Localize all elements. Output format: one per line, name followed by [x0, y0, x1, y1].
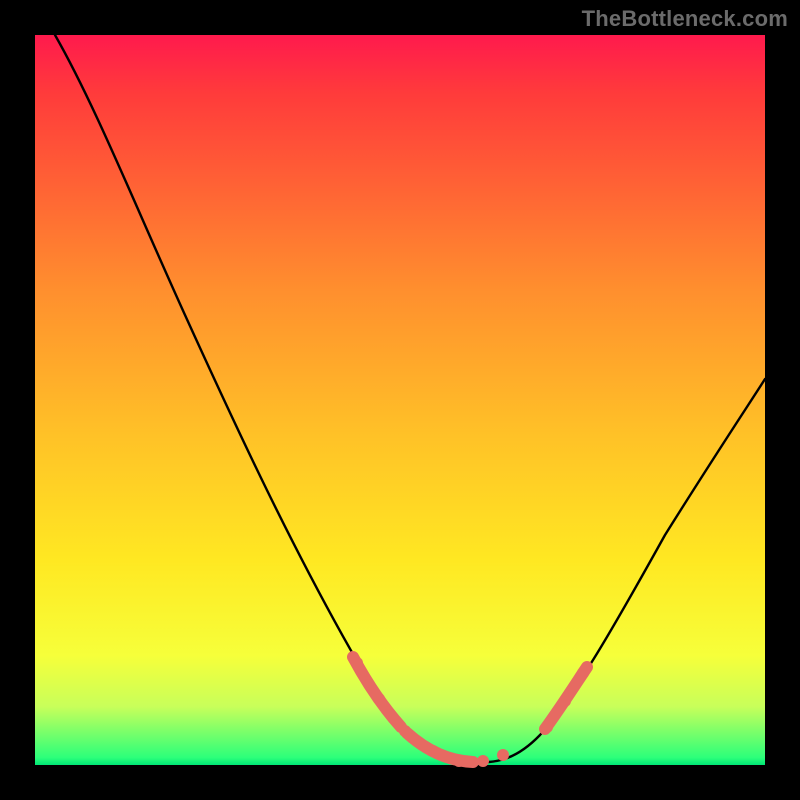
accent-dot [373, 693, 385, 705]
accent-dot [453, 755, 465, 767]
accent-dot [497, 749, 509, 761]
accent-dot [559, 695, 571, 707]
accent-dot [577, 667, 589, 679]
accent-dot [351, 657, 363, 669]
plot-area [35, 35, 765, 765]
accent-dot [427, 745, 439, 757]
bottleneck-curve [55, 35, 765, 762]
chart-frame: TheBottleneck.com [0, 0, 800, 800]
watermark-label: TheBottleneck.com [582, 6, 788, 32]
accent-dot [477, 755, 489, 767]
accent-dot [399, 725, 411, 737]
curve-svg [35, 35, 765, 765]
accent-dot [541, 721, 553, 733]
